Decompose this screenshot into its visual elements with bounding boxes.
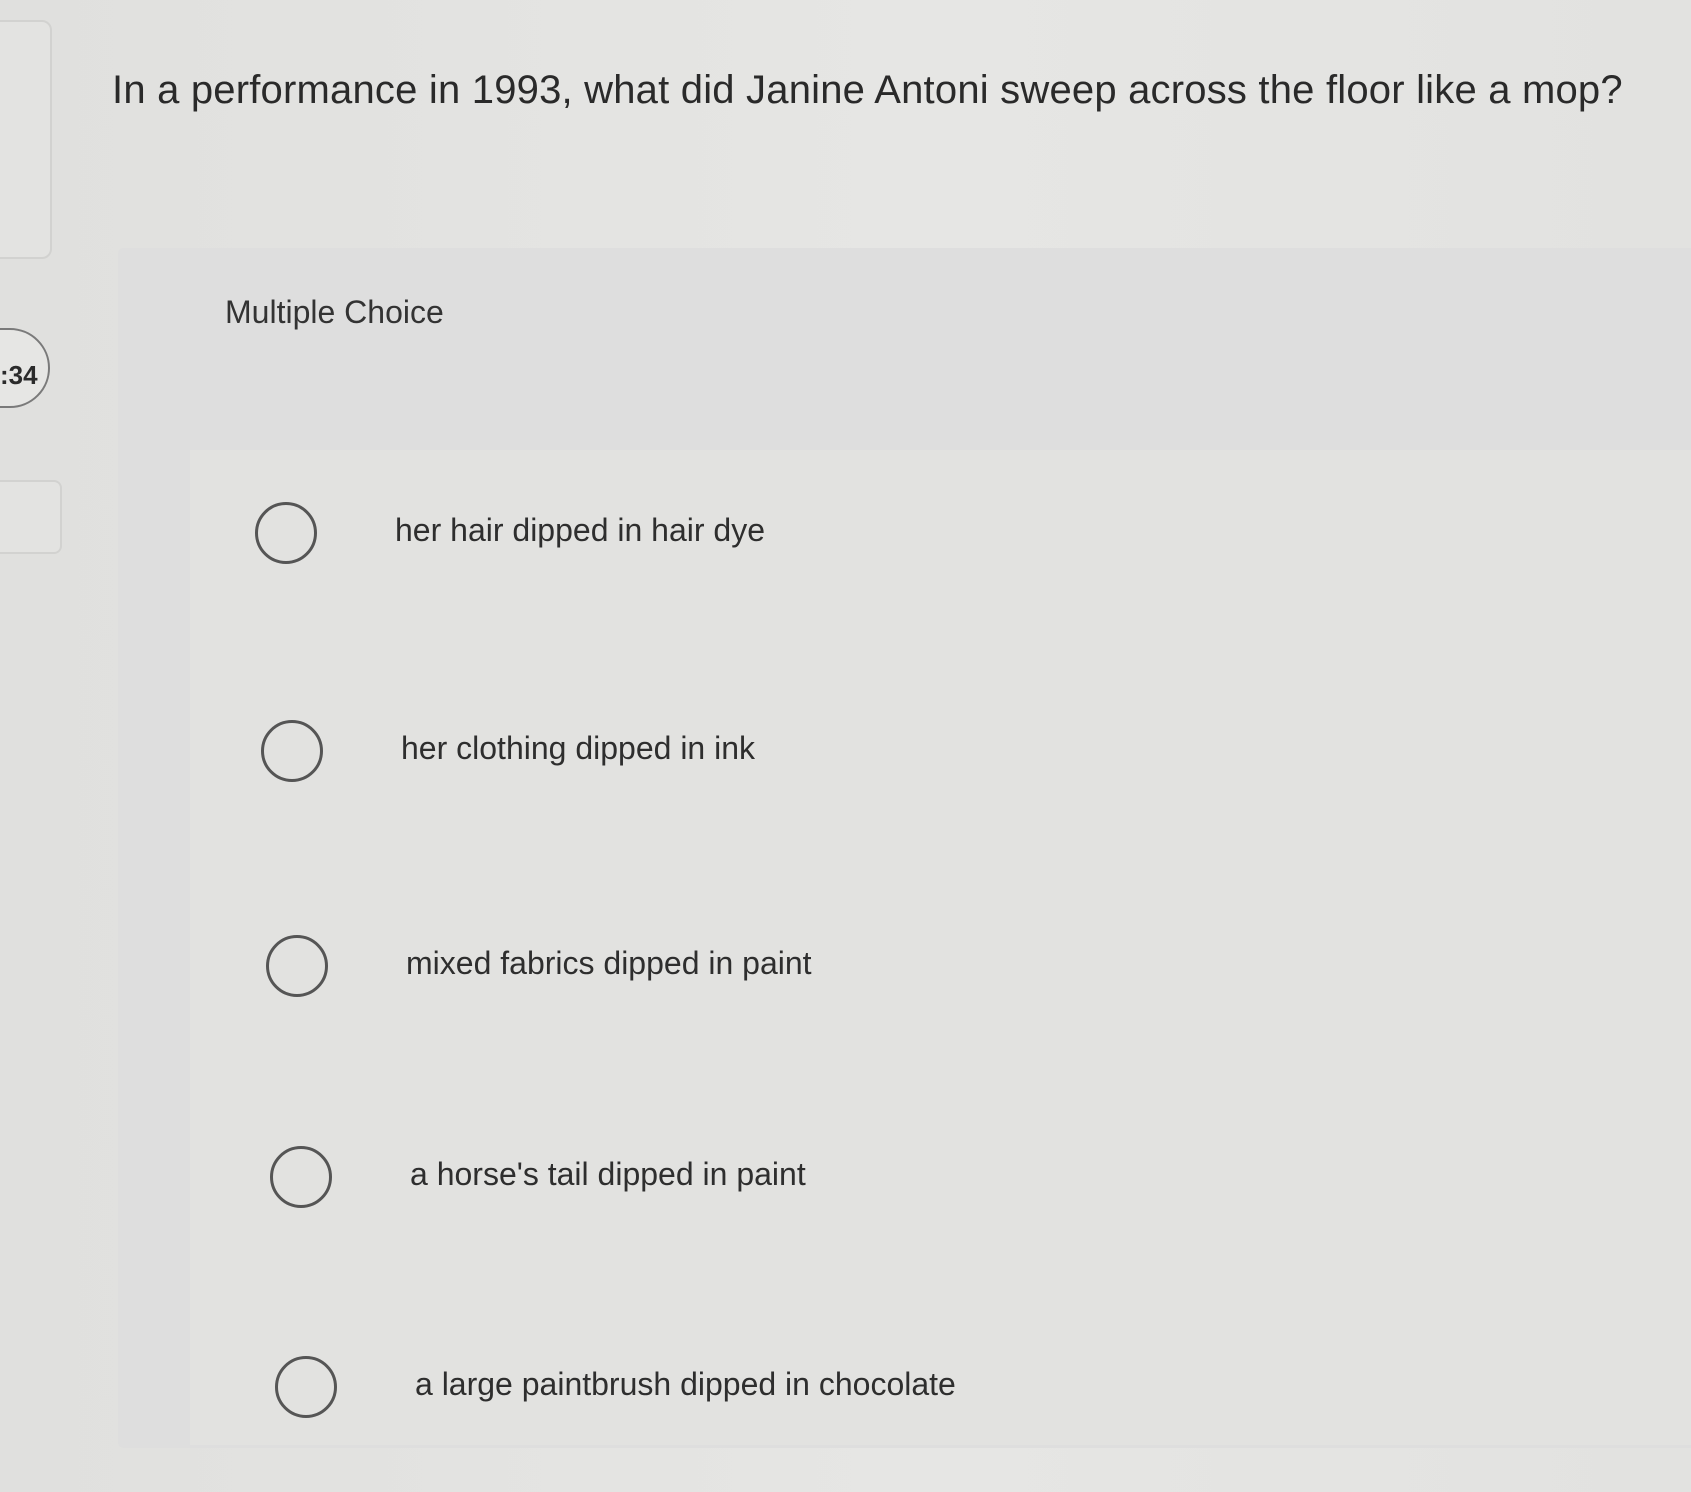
answer-option[interactable]: a horse's tail dipped in paint: [270, 1146, 1670, 1256]
radio-button-icon[interactable]: [261, 720, 323, 782]
radio-button-icon[interactable]: [255, 502, 317, 564]
answer-option[interactable]: mixed fabrics dipped in paint: [266, 935, 1666, 1045]
question-text: In a performance in 1993, what did Janin…: [112, 68, 1623, 112]
answer-option[interactable]: her clothing dipped in ink: [261, 720, 1661, 830]
answer-option[interactable]: her hair dipped in hair dye: [255, 502, 1655, 612]
radio-button-icon[interactable]: [275, 1356, 337, 1418]
radio-button-icon[interactable]: [270, 1146, 332, 1208]
answer-option[interactable]: a large paintbrush dipped in chocolate: [275, 1356, 1675, 1466]
sidebar-card: [0, 20, 52, 259]
answer-option-label[interactable]: mixed fabrics dipped in paint: [406, 945, 812, 982]
sidebar-checkbox[interactable]: [0, 480, 62, 554]
answer-option-label[interactable]: her hair dipped in hair dye: [395, 512, 765, 549]
answer-option-label[interactable]: a horse's tail dipped in paint: [410, 1156, 806, 1193]
radio-button-icon[interactable]: [266, 935, 328, 997]
page-background: :34 In a performance in 1993, what did J…: [0, 0, 1691, 1492]
answer-option-label[interactable]: her clothing dipped in ink: [401, 730, 755, 767]
answer-option-label[interactable]: a large paintbrush dipped in chocolate: [415, 1366, 956, 1403]
question-type-label: Multiple Choice: [225, 294, 444, 330]
question-number-label: :34: [0, 360, 38, 390]
